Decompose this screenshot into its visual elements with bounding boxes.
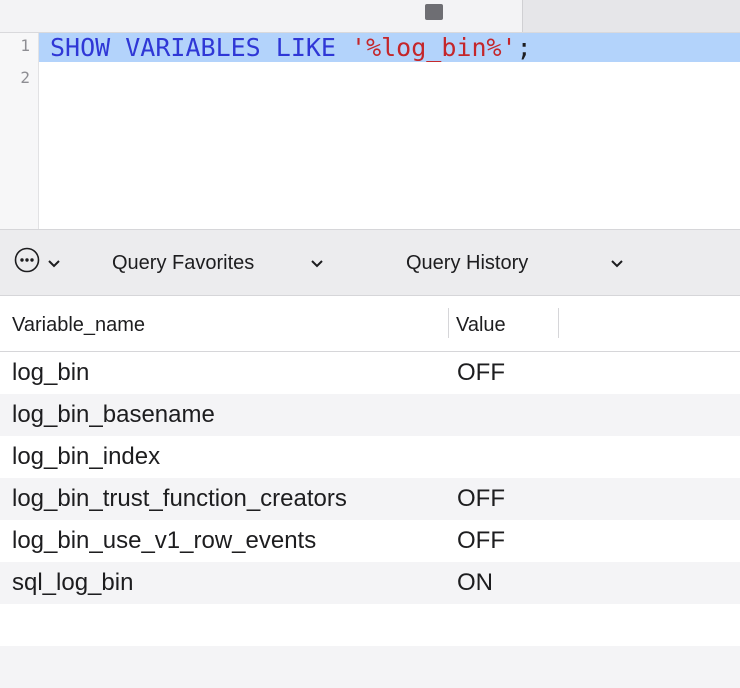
query-history-label: Query History	[406, 251, 529, 274]
variable-name-cell: log_bin	[12, 359, 90, 386]
code-line[interactable]: SHOW VARIABLES LIKE '%log_bin%';	[39, 33, 740, 62]
variable-name-cell: sql_log_bin	[12, 569, 134, 596]
chevron-down-icon	[610, 252, 624, 275]
line-number: 2	[20, 68, 30, 87]
query-toolbar: Query Favorites Query History	[0, 229, 740, 296]
variable-name-cell: log_bin_basename	[12, 401, 215, 428]
sql-keywords: SHOW VARIABLES LIKE	[50, 33, 352, 62]
variable-name-cell: log_bin_trust_function_creators	[12, 485, 347, 512]
lock-icon	[424, 0, 444, 20]
query-favorites-button[interactable]: Query Favorites	[112, 230, 254, 296]
chevron-down-icon	[310, 252, 324, 275]
query-tab[interactable]	[522, 0, 740, 32]
results-table-body: log_bin OFF log_bin_basename log_bin_ind…	[0, 352, 740, 604]
code-line[interactable]	[39, 65, 740, 94]
column-header-value[interactable]: Value	[444, 296, 558, 351]
line-number-gutter: 1 2	[0, 33, 39, 229]
table-row[interactable]: sql_log_bin ON	[0, 562, 740, 604]
results-table-header: Variable_name Value	[0, 296, 740, 352]
query-favorites-label: Query Favorites	[112, 251, 255, 274]
table-row[interactable]: log_bin_use_v1_row_events OFF	[0, 520, 740, 562]
sql-editor[interactable]: 1 2 SHOW VARIABLES LIKE '%log_bin%';	[0, 33, 740, 229]
query-history-dropdown[interactable]	[610, 230, 624, 296]
value-cell: ON	[457, 569, 493, 596]
variable-name-cell: log_bin_use_v1_row_events	[12, 527, 317, 554]
table-row[interactable]: log_bin_trust_function_creators OFF	[0, 478, 740, 520]
column-header-variable-name[interactable]: Variable_name	[0, 296, 448, 351]
query-history-button[interactable]: Query History	[406, 230, 528, 296]
more-options-icon	[14, 247, 40, 279]
value-cell: OFF	[457, 485, 505, 512]
value-cell: OFF	[457, 527, 505, 554]
table-row[interactable]: log_bin_basename	[0, 394, 740, 436]
chevron-down-icon	[47, 252, 61, 275]
sql-string-literal: '%log_bin%'	[351, 33, 517, 62]
more-options-button[interactable]	[14, 230, 61, 296]
table-row[interactable]: log_bin OFF	[0, 352, 740, 394]
line-number: 1	[20, 36, 30, 55]
top-tab-bar	[0, 0, 740, 33]
query-favorites-dropdown[interactable]	[310, 230, 324, 296]
column-divider[interactable]	[558, 308, 559, 338]
value-cell: OFF	[457, 359, 505, 386]
table-row[interactable]: log_bin_index	[0, 436, 740, 478]
empty-row-band	[0, 646, 740, 688]
variable-name-cell: log_bin_index	[12, 443, 161, 470]
sql-terminator: ;	[516, 33, 532, 62]
